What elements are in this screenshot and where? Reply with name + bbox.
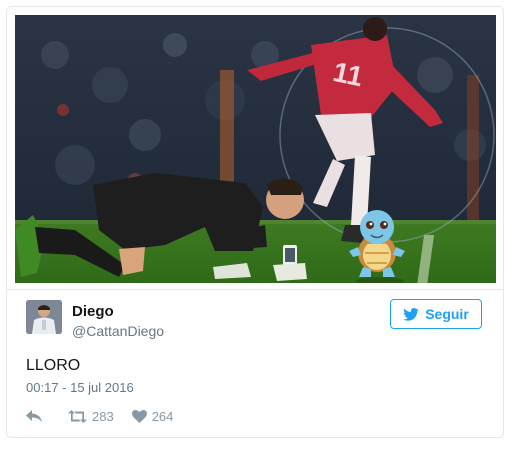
goalkeeper-pokemon-photo: 11 bbox=[15, 15, 496, 283]
tweet-text: LLORO bbox=[26, 357, 81, 374]
twitter-bird-icon bbox=[403, 307, 420, 321]
like-count: 264 bbox=[151, 408, 174, 424]
tweet-photo[interactable]: 11 bbox=[15, 15, 496, 283]
divider bbox=[7, 289, 503, 290]
tweet-card: 11 Diego @CattanDiego Seguir LLORO 00:17… bbox=[6, 6, 504, 438]
avatar-image bbox=[26, 300, 62, 334]
author-handle[interactable]: @CattanDiego bbox=[72, 323, 164, 339]
retweet-icon bbox=[68, 409, 87, 423]
tweet-actions: 283 264 bbox=[26, 407, 173, 425]
follow-label: Seguir bbox=[425, 306, 469, 322]
retweet-count: 283 bbox=[92, 408, 114, 424]
reply-icon bbox=[26, 409, 42, 422]
svg-text:11: 11 bbox=[330, 56, 365, 92]
reply-button[interactable] bbox=[26, 409, 42, 423]
retweet-button[interactable]: 283 bbox=[68, 409, 114, 424]
tweet-timestamp[interactable]: 00:17 - 15 jul 2016 bbox=[26, 380, 134, 395]
follow-button[interactable]: Seguir bbox=[390, 299, 482, 329]
like-button[interactable]: 264 bbox=[131, 408, 174, 424]
author-name[interactable]: Diego bbox=[72, 303, 114, 320]
heart-icon bbox=[131, 409, 147, 423]
avatar[interactable] bbox=[26, 300, 62, 334]
